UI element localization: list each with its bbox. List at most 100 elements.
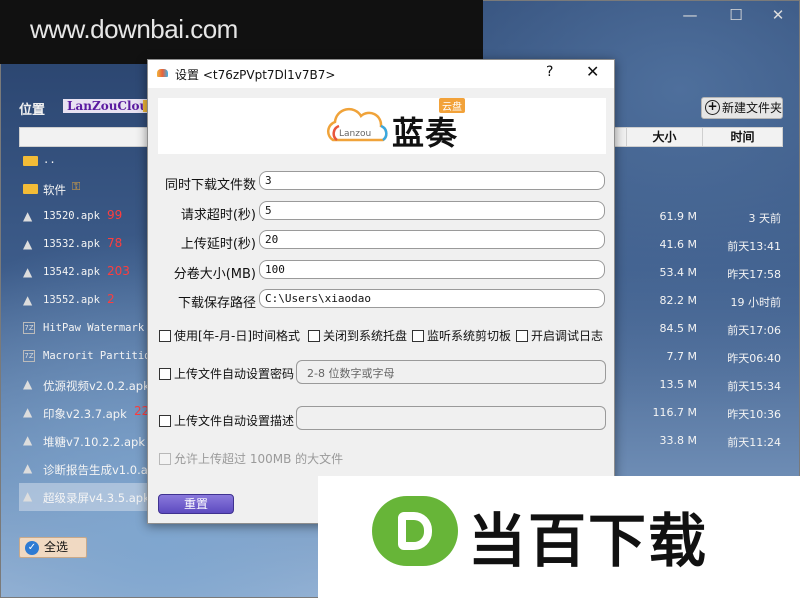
request-timeout-input[interactable]: 5: [259, 201, 605, 220]
upload-delay-input[interactable]: 20: [259, 230, 605, 249]
logo-text: 蓝奏: [392, 114, 459, 152]
android-icon: ▲: [23, 405, 33, 419]
file-name: 13542.apk: [43, 266, 100, 278]
file-size: 82.2 M: [659, 294, 697, 307]
file-name: 堆糖v7.10.2.2.apk: [43, 435, 146, 449]
volume-size-input[interactable]: 100: [259, 260, 605, 279]
column-size[interactable]: 大小: [626, 128, 702, 146]
android-icon: ▲: [23, 265, 33, 279]
watermark-brand: 当百下载: [468, 507, 709, 575]
logo-tag: 云盘: [439, 98, 465, 113]
watch-clipboard-checkbox[interactable]: 监听系统剪切板: [412, 327, 511, 344]
field-volume-size: 分卷大小(MB) 100: [158, 260, 608, 282]
select-all-button[interactable]: ✓ 全选: [19, 537, 87, 558]
file-time: 昨天10:36: [727, 408, 781, 421]
plus-icon: +: [705, 100, 720, 115]
android-icon: ▲: [23, 433, 33, 447]
field-label: 下载保存路径: [177, 296, 256, 311]
key-icon: ⚿: [72, 180, 81, 193]
folder-icon: [23, 156, 38, 166]
checkbox-label: 开启调试日志: [531, 329, 604, 343]
watermark-logo: 当百下载: [318, 476, 800, 598]
file-size: 13.5 M: [659, 378, 697, 391]
checkbox-box: [159, 330, 171, 342]
concurrent-downloads-input[interactable]: 3: [259, 171, 605, 190]
android-icon: ▲: [23, 377, 33, 391]
field-request-timeout: 请求超时(秒) 5: [158, 201, 608, 223]
file-size: 53.4 M: [659, 266, 697, 279]
new-folder-button[interactable]: + 新建文件夹: [701, 97, 783, 119]
allow-big-file-checkbox[interactable]: 允许上传超过 100MB 的大文件: [159, 450, 343, 467]
file-name: 13552.apk: [43, 294, 100, 306]
archive-icon: 7Z: [23, 350, 35, 362]
checkbox-box: [412, 330, 424, 342]
field-concurrent-downloads: 同时下载文件数 3: [158, 171, 608, 193]
auto-description-checkbox[interactable]: 上传文件自动设置描述: [159, 412, 294, 429]
checkbox-label: 使用[年-月-日]时间格式: [174, 329, 301, 343]
close-button[interactable]: ✕: [755, 3, 800, 27]
watermark-banner: www.downbai.com: [0, 0, 483, 64]
auto-description-input[interactable]: [296, 406, 606, 430]
checkbox-label: 上传文件自动设置描述: [174, 414, 295, 428]
checkbox-label: 关闭到系统托盘: [323, 329, 408, 343]
file-name: 诊断报告生成v1.0.apk: [43, 463, 162, 477]
minimize-button[interactable]: —: [667, 3, 713, 27]
svg-text:Lanzou: Lanzou: [339, 129, 371, 139]
download-path-input[interactable]: C:\Users\xiaodao: [259, 289, 605, 308]
checkbox-box: [159, 368, 171, 380]
download-count: 99: [107, 208, 123, 222]
checkbox-box: [159, 453, 171, 465]
debug-log-checkbox[interactable]: 开启调试日志: [516, 327, 603, 344]
file-name: HitPaw Watermark Re: [43, 322, 164, 334]
column-time[interactable]: 时间: [702, 128, 782, 146]
download-count: 2: [107, 292, 115, 306]
android-icon: ▲: [23, 461, 33, 475]
field-upload-delay: 上传延时(秒) 20: [158, 230, 608, 252]
date-format-checkbox[interactable]: 使用[年-月-日]时间格式: [159, 327, 300, 344]
file-name: 超级录屏v4.3.5.apk: [43, 491, 150, 505]
file-size: 116.7 M: [652, 406, 697, 419]
file-time: 前天15:34: [727, 380, 781, 393]
android-icon: ▲: [23, 489, 33, 503]
select-all-label: 全选: [44, 540, 69, 554]
android-icon: ▲: [23, 237, 33, 251]
checkbox-box: [159, 415, 171, 427]
check-icon: ✓: [25, 541, 39, 555]
reset-button[interactable]: 重置: [158, 494, 234, 514]
d-logo-icon: [372, 496, 458, 566]
file-name: 13532.apk: [43, 238, 100, 250]
checkbox-label: 允许上传超过 100MB 的大文件: [174, 452, 344, 466]
file-name: Macrorit Partition: [43, 350, 157, 362]
watermark-text: www.downbai.com: [30, 14, 238, 44]
field-download-path: 下载保存路径 C:\Users\xiaodao: [158, 289, 608, 311]
new-folder-label: 新建文件夹: [722, 101, 783, 115]
maximize-button[interactable]: ☐: [713, 3, 759, 27]
download-count: 203: [107, 264, 130, 278]
auto-password-checkbox[interactable]: 上传文件自动设置密码: [159, 365, 294, 382]
field-label: 同时下载文件数: [164, 178, 256, 193]
file-time: 昨天17:58: [727, 268, 781, 281]
file-time: 3 天前: [748, 212, 782, 225]
dialog-title-bar: 设置 <t76zPVpt7Dl1v7B7> ? ✕: [148, 60, 614, 88]
option-checkboxes: 使用[年-月-日]时间格式 关闭到系统托盘 监听系统剪切板 开启调试日志: [158, 327, 608, 345]
folder-icon: [23, 184, 38, 194]
file-time: 前天17:06: [727, 324, 781, 337]
checkbox-label: 上传文件自动设置密码: [174, 367, 295, 381]
dialog-close-button[interactable]: ✕: [586, 62, 599, 81]
help-button[interactable]: ?: [546, 64, 553, 80]
close-to-tray-checkbox[interactable]: 关闭到系统托盘: [308, 327, 407, 344]
android-icon: ▲: [23, 209, 33, 223]
auto-password-input[interactable]: 2-8 位数字或字母: [296, 360, 606, 384]
lanzou-logo: Lanzou 蓝奏 云盘: [158, 98, 606, 154]
file-time: 19 小时前: [730, 296, 782, 309]
file-time: 前天13:41: [727, 240, 781, 253]
download-count: 78: [107, 236, 123, 250]
file-size: 84.5 M: [659, 322, 697, 335]
file-time: 昨天06:40: [727, 352, 781, 365]
checkbox-label: 监听系统剪切板: [427, 329, 512, 343]
file-name: 13520.apk: [43, 210, 100, 222]
file-size: 33.8 M: [659, 434, 697, 447]
app-icon: [157, 69, 168, 77]
checkbox-box: [516, 330, 528, 342]
location-label: 位置: [19, 103, 46, 118]
